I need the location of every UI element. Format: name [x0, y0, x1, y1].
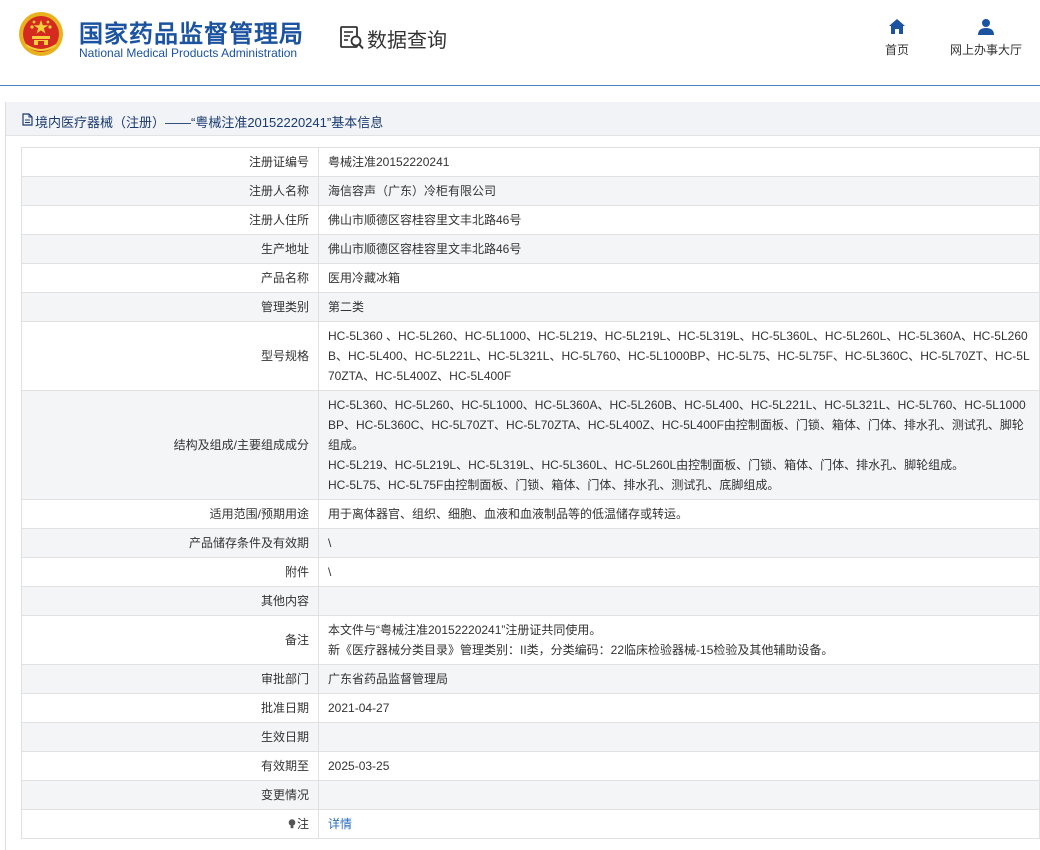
table-row: 管理类别 第二类 — [21, 292, 1040, 322]
table-row: 变更情况 — [21, 780, 1040, 810]
table-row: 适用范围/预期用途 用于离体器官、组织、细胞、血液和血液制品等的低温储存或转运。 — [21, 499, 1040, 529]
device-info-table: 注册证编号 粤械注准20152220241 注册人名称 海信容声（广东）冷柜有限公司注… — [21, 147, 1040, 839]
table-row: 生效日期 — [21, 722, 1040, 752]
field-value — [318, 722, 1040, 752]
table-row: 备注 本文件与“粤械注准20152220241”注册证共同使用。新《医疗器械分类目… — [21, 615, 1040, 665]
field-label: 有效期至 — [21, 751, 319, 781]
field-label: 产品名称 — [21, 263, 319, 293]
nav-online-service-hall[interactable]: 网上办事大厅 — [944, 18, 1028, 58]
national-emblem-icon — [19, 12, 63, 56]
field-label: 型号规格 — [21, 321, 319, 391]
table-row: 附件 \ — [21, 557, 1040, 587]
note-label: 注 — [21, 809, 319, 839]
nav-home-label: 首页 — [884, 43, 909, 57]
field-value: \ — [318, 557, 1040, 587]
field-label: 变更情况 — [21, 780, 319, 810]
table-row: 注册人住所 佛山市顺德区容桂容里文丰北路46号 — [21, 205, 1040, 235]
field-value: 佛山市顺德区容桂容里文丰北路46号 — [318, 205, 1040, 235]
lightbulb-icon — [288, 819, 296, 829]
field-label: 生产地址 — [21, 234, 319, 264]
field-label: 批准日期 — [21, 693, 319, 723]
field-label: 结构及组成/主要组成成分 — [21, 390, 319, 500]
field-value-line: HC-5L75、HC-5L75F由控制面板、门锁、箱体、门体、排水孔、测试孔、底… — [328, 478, 780, 492]
table-row: 结构及组成/主要组成成分 HC-5L360、HC-5L260、HC-5L1000、… — [21, 390, 1040, 500]
panel-title: 境内医疗器械（注册）——“粤械注准20152220241”基本信息 — [35, 115, 384, 130]
field-value-line: HC-5L219、HC-5L219L、HC-5L319L、HC-5L360L、H… — [328, 458, 965, 472]
user-icon — [978, 19, 994, 35]
field-value-line: 本文件与“粤械注准20152220241”注册证共同使用。 — [328, 623, 602, 637]
field-label: 管理类别 — [21, 292, 319, 322]
nav-home[interactable]: 首页 — [875, 18, 919, 58]
table-row: 其他内容 — [21, 586, 1040, 616]
site-header: 国家药品监督管理局 National Medical Products Admi… — [0, 0, 1040, 86]
field-value: 广东省药品监督管理局 — [318, 664, 1040, 694]
site-name-cn: 国家药品监督管理局 — [79, 21, 304, 48]
field-value: 海信容声（广东）冷柜有限公司 — [318, 176, 1040, 206]
field-value-line: 新《医疗器械分类目录》管理类别：II类，分类编码：22临床检验器械-15检验及其… — [328, 643, 834, 657]
field-label: 审批部门 — [21, 664, 319, 694]
field-value: 医用冷藏冰箱 — [318, 263, 1040, 293]
field-value: 粤械注准20152220241 — [318, 147, 1040, 177]
home-icon — [889, 19, 905, 34]
field-label: 备注 — [21, 615, 319, 665]
field-value-line: HC-5L360、HC-5L260、HC-5L1000、HC-5L360A、HC… — [328, 398, 1026, 452]
note-label-text: 注 — [296, 817, 309, 831]
table-row: 型号规格 HC-5L360 、HC-5L260、HC-5L1000、HC-5L21… — [21, 321, 1040, 391]
field-value: HC-5L360、HC-5L260、HC-5L1000、HC-5L360A、HC… — [318, 390, 1040, 500]
field-value — [318, 780, 1040, 810]
document-icon — [22, 113, 33, 126]
field-label: 注册人名称 — [21, 176, 319, 206]
field-value: HC-5L360 、HC-5L260、HC-5L1000、HC-5L219、HC… — [318, 321, 1040, 391]
nav-online-service-hall-label: 网上办事大厅 — [949, 43, 1022, 57]
field-label: 生效日期 — [21, 722, 319, 752]
panel-header: 境内医疗器械（注册）——“粤械注准20152220241”基本信息 — [6, 102, 1040, 136]
field-value: 本文件与“粤械注准20152220241”注册证共同使用。新《医疗器械分类目录》… — [318, 615, 1040, 665]
table-row: 审批部门 广东省药品监督管理局 — [21, 664, 1040, 694]
data-query-icon — [340, 26, 364, 50]
note-value: 详情 — [318, 809, 1040, 839]
section-title: 数据查询 — [367, 30, 447, 52]
field-value: 用于离体器官、组织、细胞、血液和血液制品等的低温储存或转运。 — [318, 499, 1040, 529]
field-label: 注册人住所 — [21, 205, 319, 235]
table-row: 有效期至 2025-03-25 — [21, 751, 1040, 781]
field-value — [318, 586, 1040, 616]
site-name-en: National Medical Products Administration — [79, 46, 298, 60]
field-label: 注册证编号 — [21, 147, 319, 177]
field-value: 佛山市顺德区容桂容里文丰北路46号 — [318, 234, 1040, 264]
field-value: 2021-04-27 — [318, 693, 1040, 723]
details-link[interactable]: 详情 — [328, 817, 352, 831]
table-row: 注册人名称 海信容声（广东）冷柜有限公司 — [21, 176, 1040, 206]
table-row-note: 注 详情 — [21, 809, 1040, 839]
field-value: \ — [318, 528, 1040, 558]
table-row: 批准日期 2021-04-27 — [21, 693, 1040, 723]
table-row: 产品名称 医用冷藏冰箱 — [21, 263, 1040, 293]
field-label: 其他内容 — [21, 586, 319, 616]
table-row: 产品储存条件及有效期 \ — [21, 528, 1040, 558]
field-value: 第二类 — [318, 292, 1040, 322]
field-label: 产品储存条件及有效期 — [21, 528, 319, 558]
detail-panel: 境内医疗器械（注册）——“粤械注准20152220241”基本信息 注册证编号粤… — [5, 102, 1040, 850]
table-row: 生产地址 佛山市顺德区容桂容里文丰北路46号 — [21, 234, 1040, 264]
table-row: 注册证编号 粤械注准20152220241 — [21, 147, 1040, 177]
field-label: 附件 — [21, 557, 319, 587]
field-label: 适用范围/预期用途 — [21, 499, 319, 529]
field-value: 2025-03-25 — [318, 751, 1040, 781]
